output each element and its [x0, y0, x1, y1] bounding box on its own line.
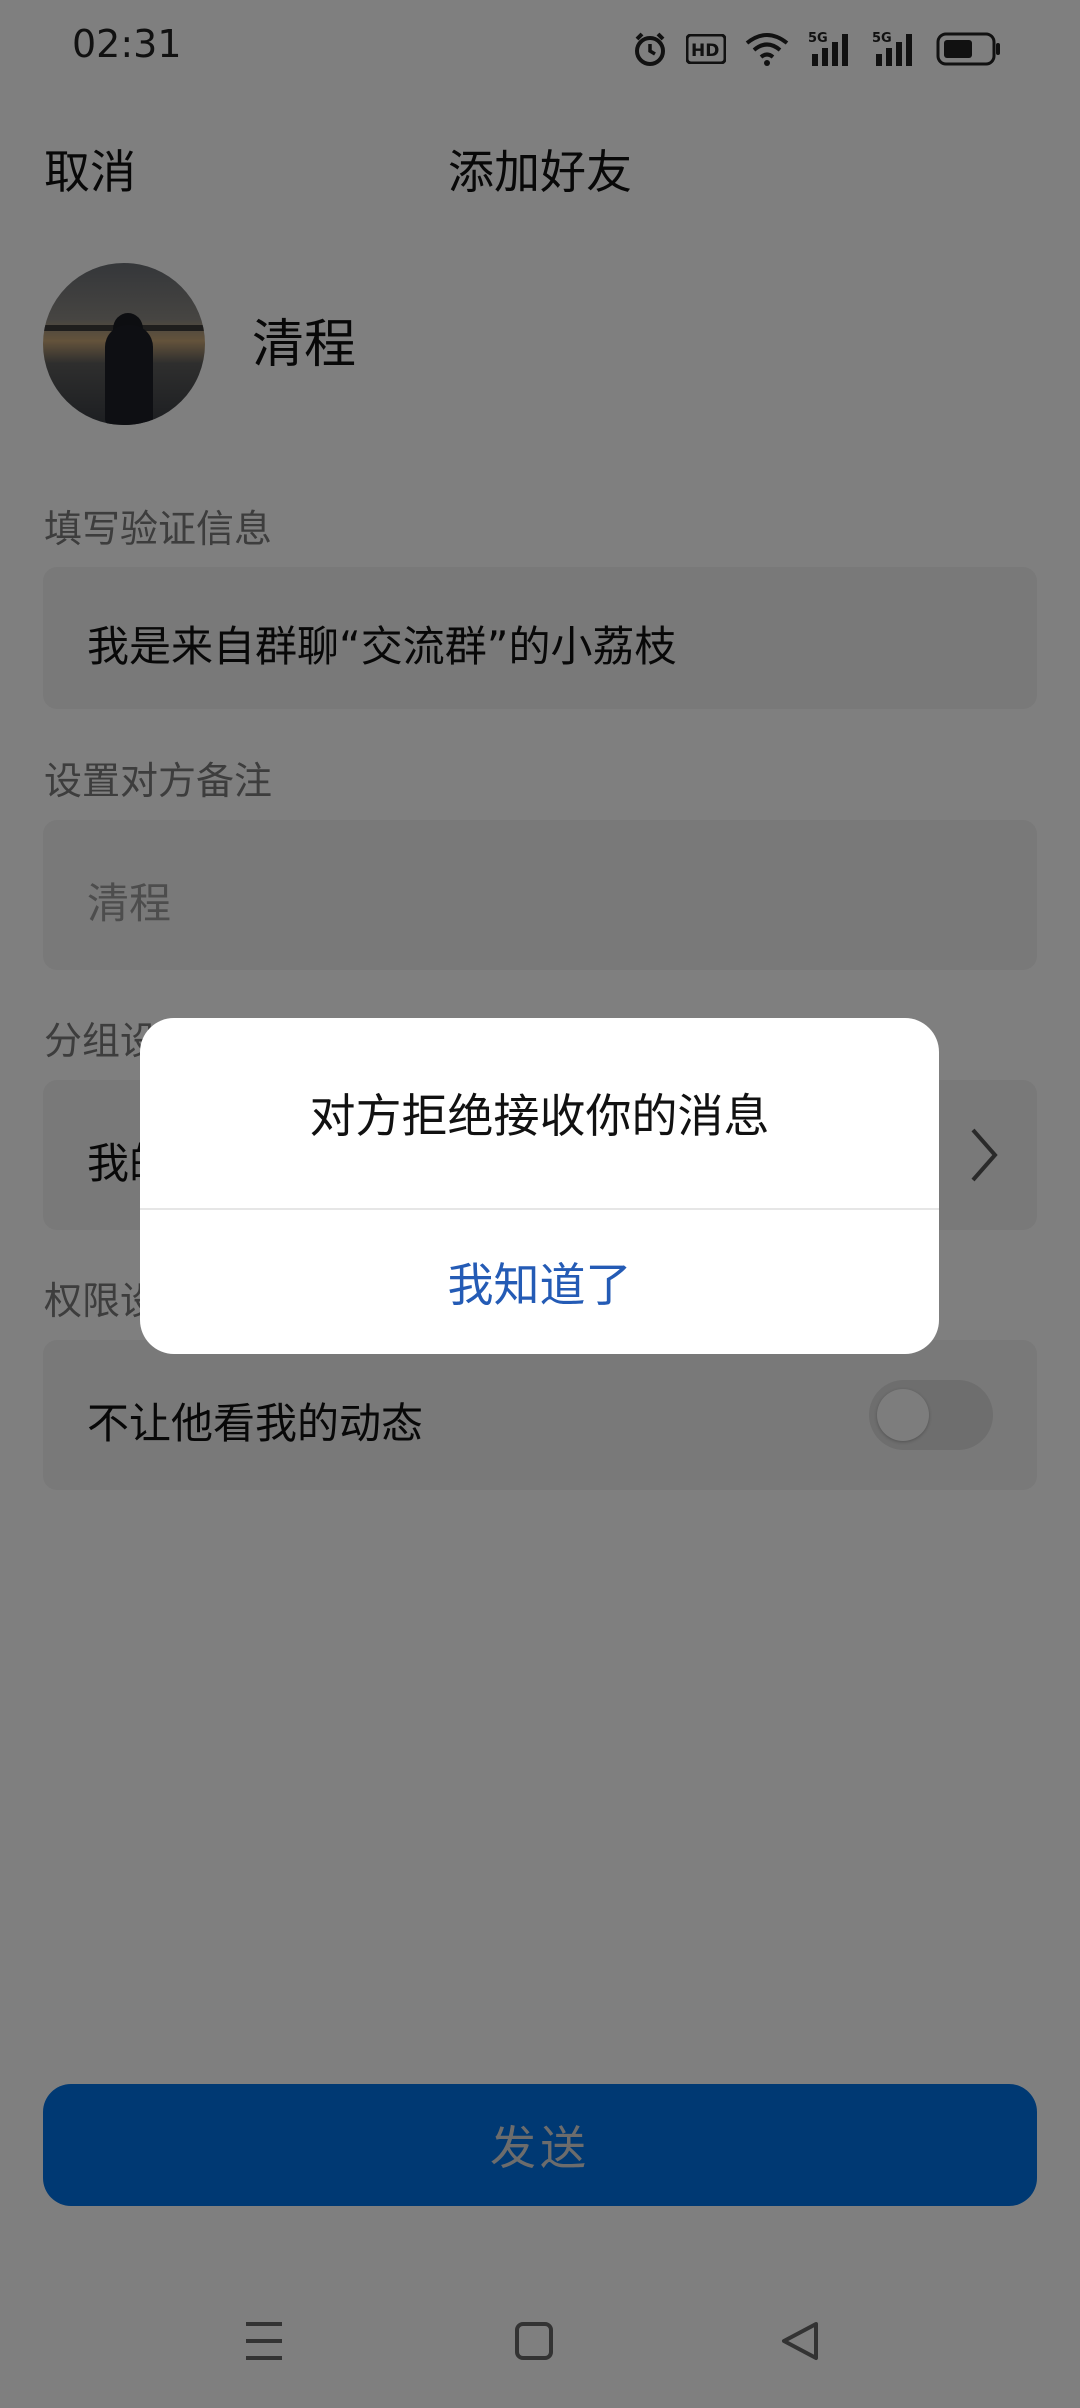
alert-dialog: 对方拒绝接收你的消息 我知道了 — [140, 1018, 939, 1354]
acknowledge-button[interactable]: 我知道了 — [140, 1210, 939, 1354]
dialog-message: 对方拒绝接收你的消息 — [309, 1089, 770, 1143]
